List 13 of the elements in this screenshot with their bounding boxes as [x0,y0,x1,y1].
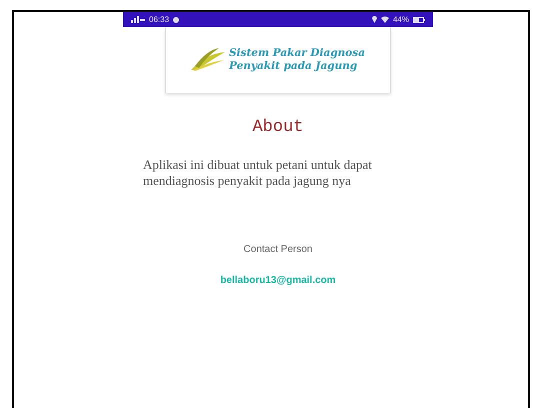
notification-icon [173,16,180,22]
corn-leaves-icon [190,48,225,72]
location-icon [372,16,377,23]
wifi-icon [380,16,389,23]
signal-icon [131,16,145,23]
description-text: Aplikasi ini dibuat untuk petani untuk dapat mendiagnosis penyakit pada jagung nya [143,156,373,190]
clock-time: 06:33 [149,14,170,26]
contact-label: Contact Person [244,243,312,258]
email-link[interactable]: bellaboru13@gmail.com [220,273,336,288]
battery-icon [413,16,425,22]
battery-level: 44% [392,14,409,26]
app-name: Sistem Pakar Diagnosa Penyakit pada Jagung [228,46,366,74]
page-title: About [252,117,304,139]
